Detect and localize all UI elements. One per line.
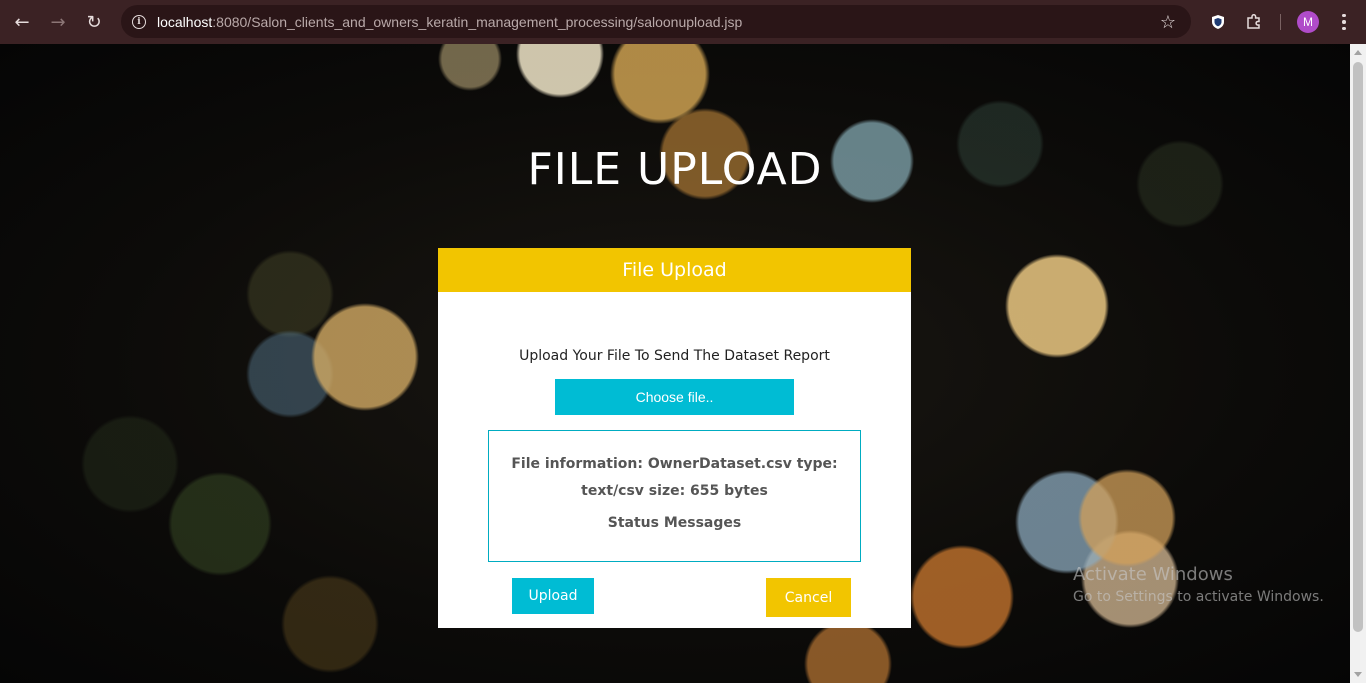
page-scrollbar[interactable] (1350, 44, 1366, 683)
back-arrow-icon[interactable]: ← (4, 4, 40, 40)
site-info-icon[interactable]: i (123, 5, 155, 38)
scroll-up-arrow-icon[interactable] (1354, 50, 1362, 55)
upload-prompt: Upload Your File To Send The Dataset Rep… (519, 348, 830, 364)
card-header: File Upload (438, 248, 911, 292)
star-icon[interactable]: ☆ (1155, 9, 1181, 35)
shield-icon[interactable] (1206, 9, 1230, 35)
status-messages: Status Messages (607, 515, 742, 531)
address-bar[interactable]: i localhost:8080/Salon_clients_and_owner… (121, 5, 1191, 38)
file-info-box: File information: OwnerDataset.csv type:… (488, 430, 861, 562)
cancel-button[interactable]: Cancel (766, 578, 851, 617)
choose-file-button[interactable]: Choose file.. (555, 379, 794, 415)
url-text[interactable]: localhost:8080/Salon_clients_and_owners_… (157, 14, 742, 30)
upload-card: File Upload Upload Your File To Send The… (438, 248, 911, 628)
reload-icon[interactable]: ↻ (76, 4, 112, 40)
watermark-subtitle: Go to Settings to activate Windows. (1073, 589, 1324, 605)
windows-activation-watermark: Activate Windows Go to Settings to activ… (1073, 564, 1324, 605)
url-path: :8080/Salon_clients_and_owners_keratin_m… (212, 13, 743, 30)
scroll-down-arrow-icon[interactable] (1354, 672, 1362, 677)
browser-toolbar: ← → ↻ i localhost:8080/Salon_clients_and… (0, 0, 1366, 44)
kebab-menu-icon[interactable] (1333, 10, 1355, 34)
url-host: localhost (157, 13, 213, 30)
upload-button[interactable]: Upload (512, 578, 594, 614)
file-information: File information: OwnerDataset.csv type:… (511, 456, 838, 499)
toolbar-divider (1280, 14, 1281, 30)
avatar[interactable]: M (1297, 11, 1319, 33)
page-title: FILE UPLOAD (527, 144, 823, 195)
scrollbar-thumb[interactable] (1353, 62, 1363, 632)
watermark-title: Activate Windows (1073, 564, 1233, 585)
forward-arrow-icon[interactable]: → (40, 4, 76, 40)
puzzle-icon[interactable] (1242, 9, 1266, 35)
